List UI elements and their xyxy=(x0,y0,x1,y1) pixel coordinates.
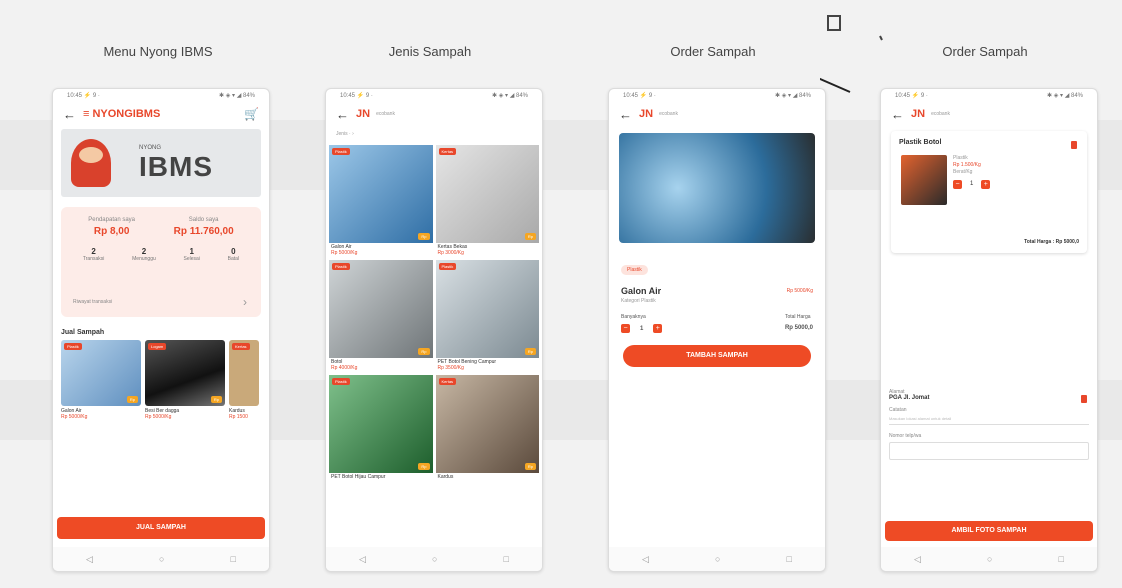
minus-button[interactable]: − xyxy=(621,324,630,333)
take-photo-button[interactable]: AMBIL FOTO SAMPAH xyxy=(885,521,1093,541)
phone-jenis: 10:45 ⚡ 9 · ✱ ◈ ▾ ◢ 84% ← JN ecobank Jeni… xyxy=(325,88,543,572)
qty-label: Banyaknya xyxy=(621,314,646,320)
nav-recent-icon[interactable]: □ xyxy=(787,554,792,564)
sell-waste-button[interactable]: JUAL SAMPAH xyxy=(57,517,265,539)
mascot-image xyxy=(71,139,111,187)
android-nav-bar: ◁ ○ □ xyxy=(326,547,542,571)
app-bar: ← JN ecobank xyxy=(336,106,395,122)
caption-menu: Menu Nyong IBMS xyxy=(103,44,213,59)
android-nav-bar: ◁ ○ □ xyxy=(881,547,1097,571)
waste-card[interactable]: Kertas Kardus Rp 1500 xyxy=(229,340,259,420)
nav-recent-icon[interactable]: □ xyxy=(504,554,509,564)
address-value: PGA Jl. Jomat xyxy=(889,395,930,401)
nav-back-icon[interactable]: ◁ xyxy=(642,554,649,565)
phone-menu: 10:45 ⚡ 9 · ✱ ◈ ▾ ◢ 84% ← ≡ NYONGIBMS 🛒 N… xyxy=(52,88,270,572)
back-arrow-icon[interactable]: ← xyxy=(63,107,77,122)
qty-value: 1 xyxy=(640,325,644,332)
status-bar: 10:45 ⚡ 9 · ✱ ◈ ▾ ◢ 84% xyxy=(895,93,1083,99)
plus-button[interactable]: + xyxy=(981,180,991,189)
total-value: Rp 5000,0 xyxy=(784,325,813,331)
status-bar: 10:45 ⚡ 9 · ✱ ◈ ▾ ◢ 84% xyxy=(340,93,528,99)
waste-item[interactable]: Plastik Rp PET Botol Hijau Campur xyxy=(329,375,433,480)
waste-item[interactable]: Plastik Rp Botol Rp 4000/Kg xyxy=(329,260,433,371)
income-value: Rp 8,00 xyxy=(93,226,130,237)
cart-item-image xyxy=(901,155,947,205)
saldo-label: Saldo saya xyxy=(188,217,219,223)
breadcrumb: Jenis · › xyxy=(336,131,354,137)
phone-input[interactable] xyxy=(889,442,1089,460)
app-bar: ← ≡ NYONGIBMS 🛒 xyxy=(53,103,269,125)
trash-icon[interactable] xyxy=(1071,141,1077,149)
map-pin-icon[interactable] xyxy=(1081,395,1087,403)
status-bar: 10:45 ⚡ 9 · ✱ ◈ ▾ ◢ 84% xyxy=(67,93,255,99)
product-category: Kategori Plastik xyxy=(621,298,656,304)
ibms-banner: NYONG IBMS xyxy=(61,129,261,197)
balance-card: Pendapatan saya Rp 8,00 Saldo saya Rp 11.7… xyxy=(61,207,261,317)
cart-item-title: Plastik Botol xyxy=(899,139,942,146)
status-bar: 10:45 ⚡ 9 · ✱ ◈ ▾ ◢ 84% xyxy=(623,93,811,99)
phone-order: 10:45 ⚡ 9 · ✱ ◈ ▾ ◢ 84% ← JN ecobank Plas… xyxy=(608,88,826,572)
nav-recent-icon[interactable]: □ xyxy=(1059,554,1064,564)
back-arrow-icon[interactable]: ← xyxy=(336,107,350,122)
app-bar: ← JN ecobank xyxy=(619,106,678,122)
nav-home-icon[interactable]: ○ xyxy=(715,554,720,564)
saldo-value: Rp 11.760,00 xyxy=(173,226,234,237)
caption-order: Order Sampah xyxy=(670,44,756,59)
quantity-stepper: − 1 + xyxy=(621,324,663,333)
android-nav-bar: ◁ ○ □ xyxy=(53,547,269,571)
stat-item[interactable]: 0 Batal xyxy=(228,247,239,262)
nav-home-icon[interactable]: ○ xyxy=(159,554,164,564)
note-input[interactable]: Masukan lokasi alamat untuk detail xyxy=(889,413,1089,425)
waste-card[interactable]: Logam Rp Besi Ber dagga Rp 5000/Kg xyxy=(145,340,225,420)
waste-item[interactable]: Plastik Rp Galon Air Rp 5000/Kg xyxy=(329,145,433,256)
product-name: Galon Air xyxy=(621,286,662,296)
nav-home-icon[interactable]: ○ xyxy=(432,554,437,564)
income-label: Pendapatan saya xyxy=(88,217,136,223)
app-logo: ≡ NYONGIBMS xyxy=(83,108,161,120)
app-logo: JN xyxy=(639,108,654,120)
stat-item[interactable]: 1 Selesai xyxy=(184,247,200,262)
product-price: Rp 5000/Kg xyxy=(786,288,813,294)
waste-item[interactable]: Kertas Rp Kertas Bekas Rp 3000/Kg xyxy=(435,145,539,256)
nav-back-icon[interactable]: ◁ xyxy=(914,554,921,565)
back-arrow-icon[interactable]: ← xyxy=(891,107,905,122)
waste-item[interactable]: Plastik Rp PET Botol Bening Campur Rp 350… xyxy=(435,260,539,371)
pickup-form: Alamat PGA Jl. Jomat Catatan Masukan lok… xyxy=(889,389,1089,460)
product-image xyxy=(619,133,815,243)
nav-back-icon[interactable]: ◁ xyxy=(86,554,93,565)
total-label: Total Harga xyxy=(784,314,811,320)
stat-item[interactable]: 2 Menunggu xyxy=(132,247,156,262)
minus-button[interactable]: − xyxy=(953,180,962,189)
nav-home-icon[interactable]: ○ xyxy=(987,554,992,564)
chevron-right-icon[interactable]: › xyxy=(243,295,247,309)
cart-total: Total Harga : Rp 5000,0 xyxy=(1024,239,1079,245)
category-pill: Plastik xyxy=(621,265,648,275)
plus-button[interactable]: + xyxy=(653,324,663,333)
scribble-decoration xyxy=(820,15,883,93)
waste-item[interactable]: Kertas Rp Kardus xyxy=(435,375,539,480)
history-link[interactable]: Riwayat transaksi xyxy=(73,299,112,305)
caption-jenis: Jenis Sampah xyxy=(388,44,472,59)
android-nav-bar: ◁ ○ □ xyxy=(609,547,825,571)
stat-item[interactable]: 2 Transaksi xyxy=(83,247,105,262)
cart-item-card: Plastik Botol Plastik Rp 1.500/Kg Berat/… xyxy=(891,131,1087,253)
app-logo: JN xyxy=(356,108,371,120)
section-title: Jual Sampah xyxy=(61,329,105,336)
waste-card[interactable]: Plastik Rp Galon Air Rp 5000/Kg xyxy=(61,340,141,420)
nav-back-icon[interactable]: ◁ xyxy=(359,554,366,565)
waste-carousel[interactable]: Plastik Rp Galon Air Rp 5000/Kg Logam Rp B… xyxy=(53,340,269,420)
back-arrow-icon[interactable]: ← xyxy=(619,107,633,122)
phone-order-cart: 10:45 ⚡ 9 · ✱ ◈ ▾ ◢ 84% ← JN ecobank Plas… xyxy=(880,88,1098,572)
banner-title: IBMS xyxy=(139,151,213,182)
app-bar: ← JN ecobank xyxy=(891,106,950,122)
cart-icon[interactable]: 🛒 xyxy=(244,107,259,121)
phone-label: Nomor telp/wa xyxy=(889,433,922,439)
nav-recent-icon[interactable]: □ xyxy=(231,554,236,564)
add-waste-button[interactable]: TAMBAH SAMPAH xyxy=(623,345,811,367)
app-logo: JN xyxy=(911,108,926,120)
waste-grid: Plastik Rp Galon Air Rp 5000/Kg Kertas Rp … xyxy=(326,145,542,480)
